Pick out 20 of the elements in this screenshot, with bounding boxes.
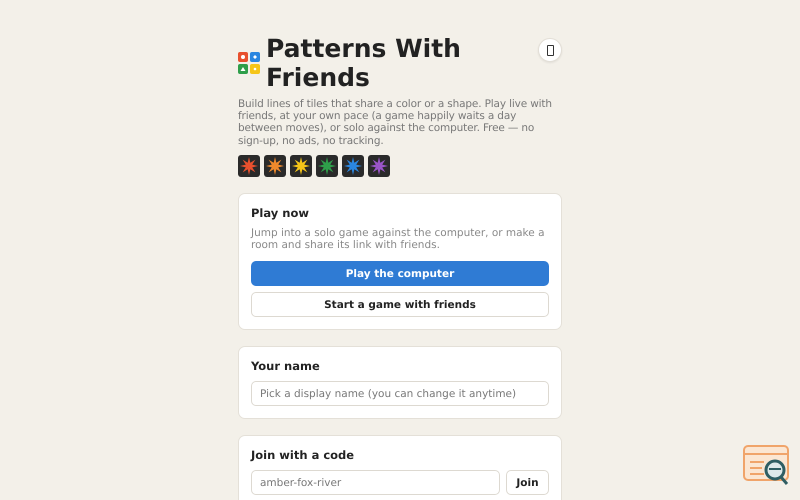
card-title: Play now bbox=[251, 206, 310, 220]
star-tile-icon bbox=[368, 154, 390, 177]
logo-icon bbox=[238, 52, 260, 74]
star-tile-icon bbox=[238, 154, 260, 177]
play-computer-button[interactable]: Play the computer bbox=[251, 261, 549, 286]
start-game-button[interactable]: Start a game with friends bbox=[251, 292, 549, 318]
join-button[interactable]: Join bbox=[506, 470, 549, 496]
app-title: Patterns With Friends bbox=[266, 34, 462, 92]
inspect-icon[interactable] bbox=[742, 444, 792, 488]
code-input-field[interactable]: amber-fox-river bbox=[251, 470, 500, 496]
card-title: Your name bbox=[251, 359, 321, 374]
name-input-field[interactable]: Pick a display name (you can change it anytime) bbox=[251, 381, 549, 406]
star-tile-icon bbox=[316, 154, 338, 177]
app-description: Build lines of tiles that share a color or a shape. Play live with friends, at your own pace (a game happily waits a day between moves), or solo against the computer. Free — no sign-up, no ads, no tracking. bbox=[238, 98, 553, 147]
card-title: Join with a code bbox=[251, 448, 356, 462]
star-tile-icon bbox=[264, 154, 286, 177]
theme-toggle-button[interactable] bbox=[538, 38, 562, 62]
star-tile-icon bbox=[342, 154, 364, 177]
star-tile-icon bbox=[290, 154, 312, 177]
card-description: Jump into a solo game against the computer, or make a room and share its link with friends. bbox=[251, 226, 546, 252]
